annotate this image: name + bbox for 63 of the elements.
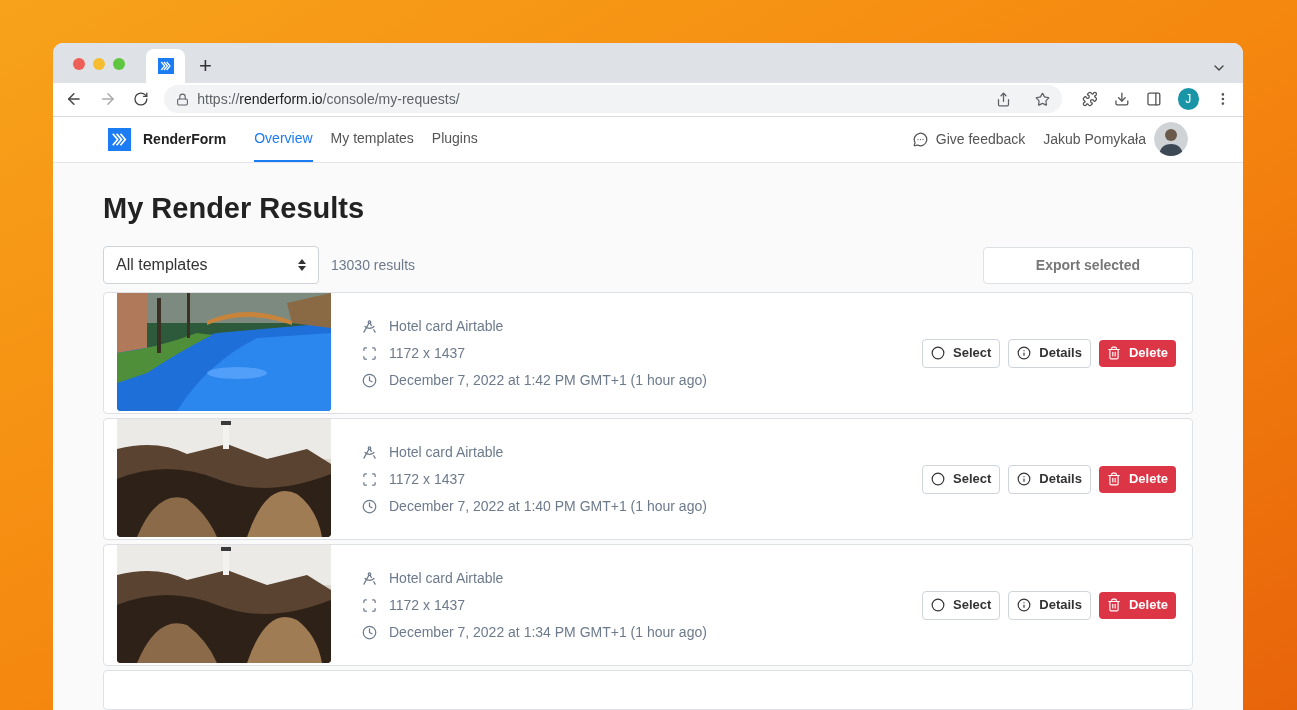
info-icon [1017,346,1032,360]
favicon-icon [157,57,174,74]
download-icon[interactable] [1113,91,1130,108]
dimensions-icon [362,471,377,487]
compass-icon [362,318,377,334]
nav-link[interactable]: My templates [330,116,414,162]
details-button[interactable]: Details [1008,590,1091,620]
render-date: December 7, 2022 at 1:34 PM GMT+1 (1 hour ago) [389,622,707,642]
browser-tab[interactable] [146,48,185,83]
info-icon [1017,472,1032,486]
template-name: Hotel card Airtable [389,568,504,588]
details-button[interactable]: Details [1008,464,1091,494]
trash-icon [1106,598,1121,612]
render-date: December 7, 2022 at 1:40 PM GMT+1 (1 hour ago) [389,496,707,516]
template-name: Hotel card Airtable [389,316,504,336]
nav-link[interactable]: Overview [254,116,313,162]
export-selected-button[interactable]: Export selected [983,246,1193,284]
clock-icon [362,372,377,388]
brand-name: RenderForm [143,129,227,149]
nav-link[interactable]: Plugins [431,116,478,162]
compass-icon [362,570,377,586]
trash-icon [1106,346,1121,360]
render-date: December 7, 2022 at 1:42 PM GMT+1 (1 hour ago) [389,370,707,390]
trash-icon [1106,472,1121,486]
details-button[interactable]: Details [1008,338,1091,368]
reload-icon[interactable] [132,91,149,108]
user-name[interactable]: Jakub Pomykała [1043,116,1146,162]
dimensions: 1172 x 1437 [389,343,466,363]
renderform-logo [108,127,131,151]
delete-button[interactable]: Delete [1098,465,1176,493]
dimensions-icon [362,345,377,361]
template-filter-select[interactable]: All templates [103,246,319,284]
circle-icon [931,346,945,360]
address-bar[interactable]: https://renderform.io/console/my-requests/ [164,85,1063,114]
chat-icon [912,131,928,147]
sort-caret-icon [298,259,306,271]
circle-icon [931,472,945,486]
user-avatar[interactable] [1154,122,1188,157]
clock-icon [362,498,377,514]
star-icon[interactable] [1035,91,1051,107]
profile-avatar[interactable]: J [1177,88,1200,111]
share-icon[interactable] [996,91,1012,107]
delete-button[interactable]: Delete [1098,339,1176,367]
puzzle-icon[interactable] [1082,91,1098,108]
delete-button[interactable]: Delete [1098,591,1176,619]
compass-icon [362,444,377,460]
select-button[interactable]: Select [922,590,1001,620]
url-text: https://renderform.io/console/my-requests/ [197,89,461,109]
template-name: Hotel card Airtable [389,442,504,462]
select-button[interactable]: Select [922,464,1001,494]
dimensions: 1172 x 1437 [389,595,466,615]
result-count: 13030 results [331,255,416,275]
dimensions-icon [362,597,377,613]
page-title: My Render Results [103,190,366,226]
lock-icon [176,92,190,106]
clock-icon [362,624,377,640]
info-icon [1017,598,1032,612]
dimensions: 1172 x 1437 [389,469,466,489]
feedback-link[interactable]: Give feedback [912,116,1026,162]
side-panel-icon[interactable] [1145,91,1162,108]
circle-icon [931,598,945,612]
select-button[interactable]: Select [922,338,1001,368]
new-tab-button[interactable]: + [199,54,212,77]
